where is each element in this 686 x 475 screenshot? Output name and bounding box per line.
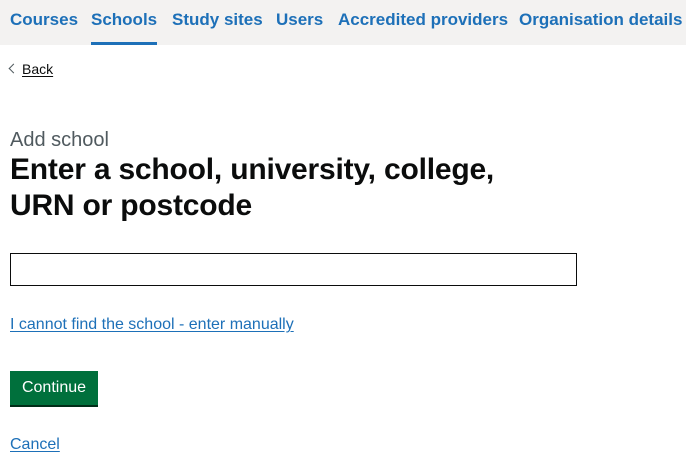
nav-item-organisation-details[interactable]: Organisation details [519,9,682,31]
primary-navigation: Courses Schools Study sites Users Accred… [0,0,686,45]
nav-item-study-sites[interactable]: Study sites [172,9,263,31]
nav-item-schools[interactable]: Schools [91,9,158,45]
school-search-input[interactable] [10,253,577,286]
page-caption: Add school [10,129,109,151]
enter-manually-link[interactable]: I cannot find the school - enter manuall… [10,314,294,336]
cancel-link[interactable]: Cancel [10,434,60,456]
nav-item-courses[interactable]: Courses [10,9,78,31]
back-link-label: Back [22,61,54,77]
back-link[interactable]: Back [8,59,54,79]
continue-button[interactable]: Continue [10,371,98,405]
nav-item-users[interactable]: Users [276,9,323,31]
chevron-left-icon [8,63,19,73]
nav-item-accredited-providers[interactable]: Accredited providers [338,9,508,31]
page-title: Enter a school, university, college, URN… [10,153,495,222]
